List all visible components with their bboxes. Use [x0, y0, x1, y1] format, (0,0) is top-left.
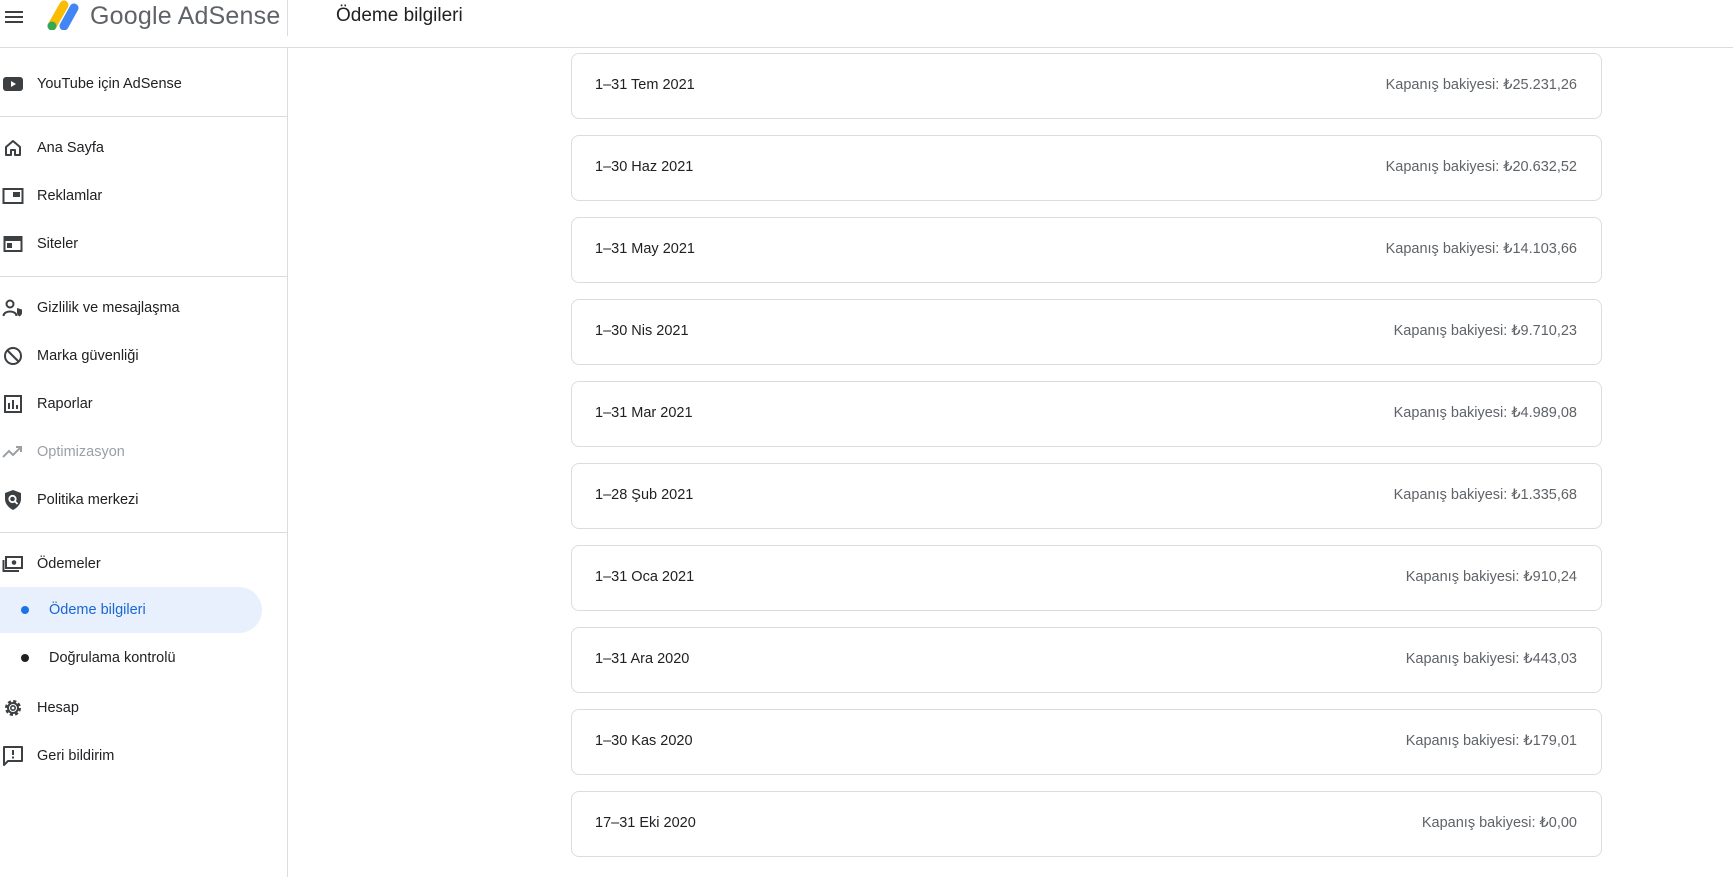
active-bullet-icon	[21, 606, 29, 614]
sidebar-item-sites[interactable]: Siteler	[0, 222, 288, 266]
sidebar-item-reports[interactable]: Raporlar	[0, 382, 288, 426]
statement-closing-balance: Kapanış bakiyesi: ₺1.335,68	[1393, 487, 1577, 503]
statement-period: 1–31 Oca 2021	[595, 569, 695, 585]
statement-closing-balance: Kapanış bakiyesi: ₺9.710,23	[1393, 323, 1577, 339]
statement-period: 1–30 Haz 2021	[595, 159, 694, 175]
statement-closing-balance: Kapanış bakiyesi: ₺179,01	[1405, 733, 1577, 749]
sidebar-divider	[0, 532, 288, 533]
statement-closing-balance: Kapanış bakiyesi: ₺910,24	[1405, 569, 1577, 585]
block-icon	[2, 345, 24, 367]
sidebar-item-label: Geri bildirim	[37, 748, 115, 764]
statement-row[interactable]: 1–30 Kas 2020 Kapanış bakiyesi: ₺179,01	[571, 709, 1602, 775]
sidebar-item-label: Siteler	[37, 236, 79, 252]
sidebar-subitem-verification[interactable]: Doğrulama kontrolü	[0, 635, 262, 681]
sidebar-item-home[interactable]: Ana Sayfa	[0, 126, 288, 170]
statement-period: 1–31 Ara 2020	[595, 651, 690, 667]
statement-closing-balance: Kapanış bakiyesi: ₺25.231,26	[1385, 77, 1577, 93]
home-icon	[2, 137, 24, 159]
feedback-icon	[2, 745, 24, 767]
sidebar-subitem-payment-info[interactable]: Ödeme bilgileri	[0, 587, 262, 633]
sidebar-item-payments[interactable]: Ödemeler	[0, 542, 288, 586]
page-title: Ödeme bilgileri	[336, 5, 463, 26]
payments-icon	[2, 553, 24, 575]
menu-icon[interactable]	[5, 7, 25, 27]
sidebar-item-label: Marka güvenliği	[37, 348, 139, 364]
trending-up-icon	[2, 441, 24, 463]
statement-row[interactable]: 1–28 Şub 2021 Kapanış bakiyesi: ₺1.335,6…	[571, 463, 1602, 529]
sidebar-item-label: Hesap	[37, 700, 79, 716]
sidebar-item-brand-safety[interactable]: Marka güvenliği	[0, 334, 288, 378]
sidebar-subitem-label: Ödeme bilgileri	[49, 602, 146, 618]
statement-row[interactable]: 1–30 Haz 2021 Kapanış bakiyesi: ₺20.632,…	[571, 135, 1602, 201]
statement-period: 1–31 Mar 2021	[595, 405, 693, 421]
bullet-icon	[21, 654, 29, 662]
statement-period: 1–30 Nis 2021	[595, 323, 689, 339]
sidebar-item-label: Reklamlar	[37, 188, 103, 204]
statement-closing-balance: Kapanış bakiyesi: ₺4.989,08	[1393, 405, 1577, 421]
sidebar-item-privacy[interactable]: Gizlilik ve mesajlaşma	[0, 286, 288, 330]
statement-period: 17–31 Eki 2020	[595, 815, 696, 831]
sidebar-nav: YouTube için AdSense Ana Sayfa Reklamlar…	[0, 48, 288, 877]
sidebar-item-label: Ödemeler	[37, 556, 101, 572]
statement-period: 1–30 Kas 2020	[595, 733, 693, 749]
statement-period: 1–28 Şub 2021	[595, 487, 694, 503]
sidebar-divider	[0, 276, 288, 277]
header-divider	[287, 0, 288, 36]
statement-closing-balance: Kapanış bakiyesi: ₺443,03	[1405, 651, 1577, 667]
adsense-logo-icon	[47, 0, 79, 30]
statement-row[interactable]: 1–31 Tem 2021 Kapanış bakiyesi: ₺25.231,…	[571, 53, 1602, 119]
statement-row[interactable]: 1–31 Mar 2021 Kapanış bakiyesi: ₺4.989,0…	[571, 381, 1602, 447]
statement-row[interactable]: 1–31 Ara 2020 Kapanış bakiyesi: ₺443,03	[571, 627, 1602, 693]
sidebar-item-account[interactable]: Hesap	[0, 686, 288, 730]
sidebar-item-policy-center[interactable]: Politika merkezi	[0, 478, 288, 522]
sidebar-divider	[0, 116, 288, 117]
sidebar-item-label: Raporlar	[37, 396, 93, 412]
sidebar-item-feedback[interactable]: Geri bildirim	[0, 734, 288, 778]
gear-icon	[2, 697, 24, 719]
sidebar-item-label: Ana Sayfa	[37, 140, 104, 156]
sidebar-item-optimization[interactable]: Optimizasyon	[0, 430, 288, 474]
statements-list: 1–31 Tem 2021 Kapanış bakiyesi: ₺25.231,…	[289, 48, 1733, 877]
ads-icon	[2, 185, 24, 207]
reports-icon	[2, 393, 24, 415]
statement-row[interactable]: 1–30 Nis 2021 Kapanış bakiyesi: ₺9.710,2…	[571, 299, 1602, 365]
privacy-icon	[2, 297, 24, 319]
statement-closing-balance: Kapanış bakiyesi: ₺0,00	[1421, 815, 1577, 831]
sidebar-item-ads[interactable]: Reklamlar	[0, 174, 288, 218]
policy-shield-icon	[2, 489, 24, 511]
statement-closing-balance: Kapanış bakiyesi: ₺14.103,66	[1385, 241, 1577, 257]
app-logo-text: Google AdSense	[90, 2, 281, 30]
statement-row[interactable]: 1–31 May 2021 Kapanış bakiyesi: ₺14.103,…	[571, 217, 1602, 283]
sidebar-subitem-label: Doğrulama kontrolü	[49, 650, 176, 666]
statement-row[interactable]: 1–31 Oca 2021 Kapanış bakiyesi: ₺910,24	[571, 545, 1602, 611]
sites-icon	[2, 233, 24, 255]
sidebar-item-label: Politika merkezi	[37, 492, 139, 508]
statement-row[interactable]: 17–31 Eki 2020 Kapanış bakiyesi: ₺0,00	[571, 791, 1602, 857]
sidebar-item-label: Optimizasyon	[37, 444, 125, 460]
statement-closing-balance: Kapanış bakiyesi: ₺20.632,52	[1385, 159, 1577, 175]
statement-period: 1–31 May 2021	[595, 241, 695, 257]
sidebar-item-label: YouTube için AdSense	[37, 76, 182, 92]
sidebar-item-youtube[interactable]: YouTube için AdSense	[0, 62, 288, 106]
sidebar-item-label: Gizlilik ve mesajlaşma	[37, 300, 180, 316]
statement-period: 1–31 Tem 2021	[595, 77, 695, 93]
youtube-icon	[2, 73, 24, 95]
top-app-bar: Google AdSense Ödeme bilgileri	[0, 0, 1733, 48]
